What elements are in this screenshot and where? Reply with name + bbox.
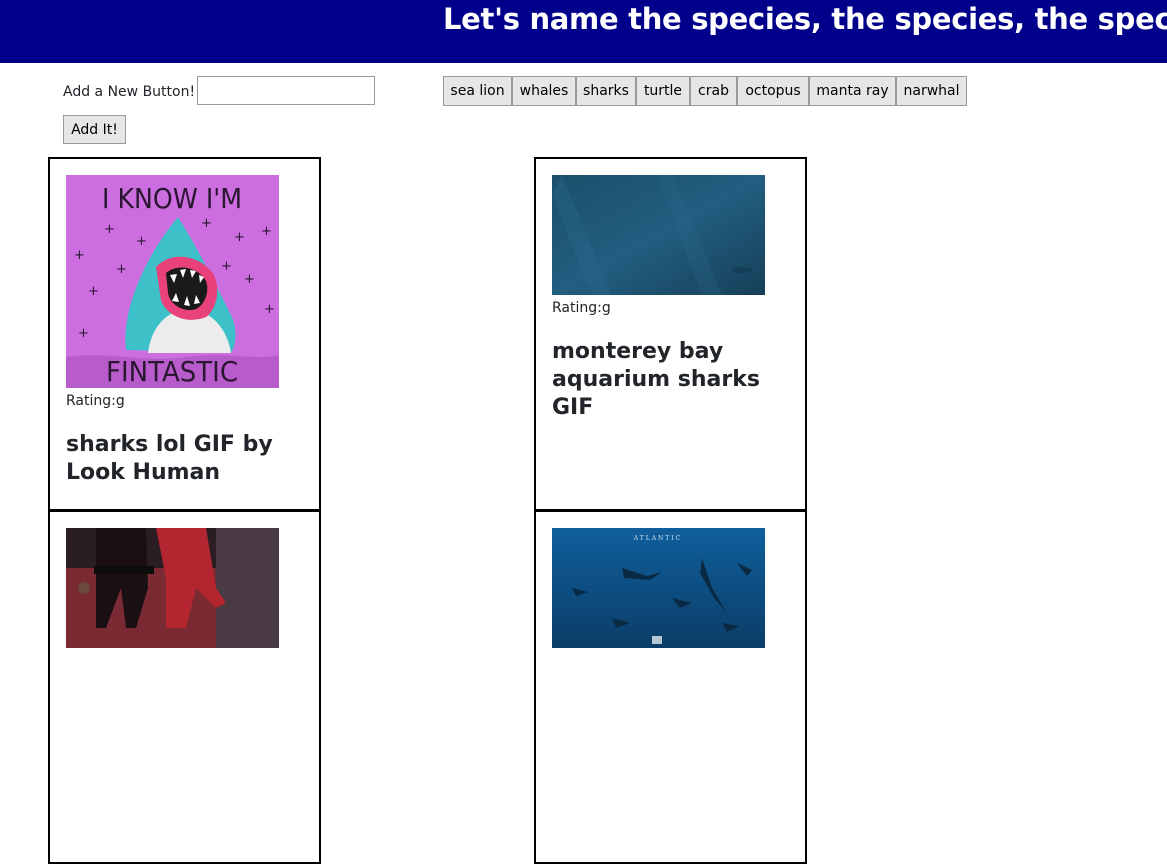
shark-illustration: I KNOW I'M +++ + ++ + ++ +++ FINTASTIC	[66, 182, 279, 388]
new-button-input[interactable]	[197, 76, 375, 105]
species-button-whales[interactable]: whales	[512, 76, 576, 106]
svg-text:+: +	[104, 222, 115, 237]
svg-text:+: +	[74, 248, 85, 263]
gif-image-text-top: I KNOW I'M	[102, 182, 242, 215]
page-header: Let's name the species, the species, the…	[0, 0, 1167, 63]
gif-title: sharks lol GIF by Look Human	[66, 432, 273, 485]
svg-text:+: +	[244, 272, 255, 287]
underwater-image	[552, 175, 765, 295]
species-button-narwhal[interactable]: narwhal	[896, 76, 967, 106]
gif-card	[48, 510, 321, 864]
page-title: Let's name the species, the species, the…	[443, 2, 1167, 36]
gif-card: I KNOW I'M + + + + + + + + + + + + FINTASTIC Rat…	[48, 157, 321, 511]
gif-image[interactable]: I KNOW I'M + + + + + + + + + + + + FINTASTIC	[66, 175, 279, 388]
species-button-bar: sea lion whales sharks turtle crab octop…	[443, 76, 967, 106]
svg-text:+: +	[234, 230, 245, 245]
gif-title: monterey bay aquarium sharks GIF	[552, 339, 760, 420]
gif-image[interactable]: ATLANTIC	[552, 528, 765, 648]
gif-rating: Rating:g	[552, 300, 611, 316]
gif-card: ATLANTIC	[534, 510, 807, 864]
species-button-sharks[interactable]: sharks	[576, 76, 636, 106]
gif-image[interactable]	[552, 175, 765, 295]
gif-rating: Rating:g	[66, 393, 125, 409]
gif-image-text-top: ATLANTIC	[633, 535, 683, 542]
gif-card: Rating:g monterey bay aquarium sharks GI…	[534, 157, 807, 511]
svg-text:+: +	[136, 234, 147, 249]
svg-text:+: +	[221, 259, 232, 274]
svg-text:+: +	[116, 262, 127, 277]
dancing-people-image	[66, 528, 279, 648]
add-button-label: Add a New Button!	[63, 84, 196, 100]
gif-image-text-bottom: FINTASTIC	[106, 355, 238, 388]
svg-text:+: +	[261, 224, 272, 239]
species-button-sea-lion[interactable]: sea lion	[443, 76, 512, 106]
svg-text:+: +	[201, 216, 212, 231]
species-button-crab[interactable]: crab	[690, 76, 737, 106]
svg-text:+: +	[78, 326, 89, 341]
svg-text:+: +	[88, 284, 99, 299]
species-button-turtle[interactable]: turtle	[636, 76, 690, 106]
species-button-octopus[interactable]: octopus	[737, 76, 809, 106]
svg-text:+: +	[264, 302, 275, 317]
species-button-manta-ray[interactable]: manta ray	[809, 76, 896, 106]
underwater-fish-image: ATLANTIC	[552, 528, 765, 648]
add-it-button[interactable]: Add It!	[63, 115, 126, 144]
gif-image[interactable]	[66, 528, 279, 648]
